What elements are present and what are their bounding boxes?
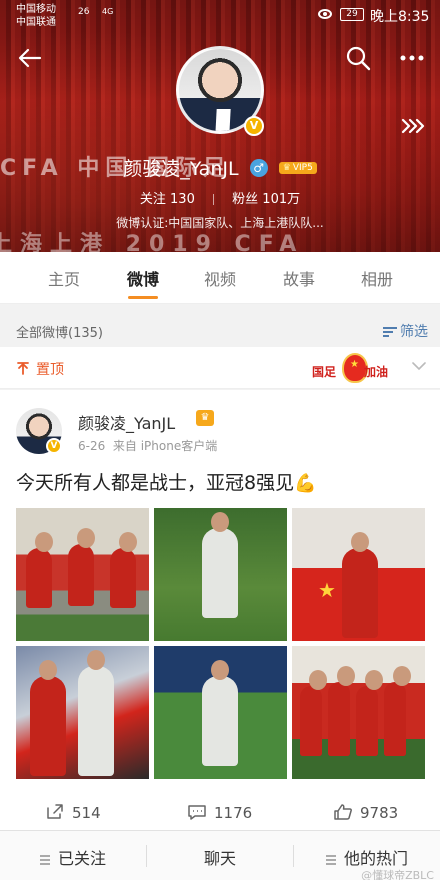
tab-home[interactable]: 主页 <box>24 266 104 290</box>
profile-name: 颜骏凌_YanJL <box>123 158 239 180</box>
status-bar: 中国移动 中国联通 26 4G 29 晚上8:35 <box>0 0 440 32</box>
vip-level: VIP5 <box>292 162 313 173</box>
back-arrow-icon[interactable] <box>16 44 44 72</box>
menu-icon <box>326 855 336 865</box>
signal-2: 4G <box>102 7 114 16</box>
post-body: 今天所有人都是战士，亚冠8强见 <box>16 472 295 494</box>
goalkeeper-action-photo[interactable] <box>154 646 287 779</box>
photo-grid: ★ <box>16 508 426 779</box>
pin-icon <box>17 362 29 375</box>
team-celebration-photo[interactable] <box>16 508 149 641</box>
verified-badge-icon: V <box>244 116 264 136</box>
muscle-emoji-icon: 💪 <box>294 473 317 494</box>
sticker-text-right: 加油 <box>364 365 389 379</box>
like-button[interactable]: 9783 <box>334 804 398 822</box>
expand-chevrons-icon[interactable] <box>400 116 426 136</box>
following-button[interactable]: 已关注 <box>40 845 106 869</box>
chat-button[interactable]: 聊天 <box>204 845 236 869</box>
hug-photo[interactable] <box>16 646 149 779</box>
profile-name-row: 颜骏凌_YanJL ♂ ♛ VIP5 <box>0 154 440 182</box>
carrier-1: 中国移动 <box>16 4 56 15</box>
profile-stats: 关注 130 粉丝 101万 <box>0 188 440 207</box>
bottom-divider <box>293 845 294 867</box>
verified-badge-small-icon: V <box>46 438 62 454</box>
carrier-2: 中国联通 <box>16 17 56 28</box>
profile-header: CFA 中国 国际足 上海上港 2019 CFA 中国移动 中国联通 26 4G… <box>0 0 440 252</box>
post-source: 来自 iPhone客户端 <box>112 439 218 453</box>
hot-posts-button[interactable]: 他的热门 <box>326 845 408 869</box>
flag-star-icon: ★ <box>318 578 336 602</box>
comment-button[interactable]: 1176 <box>188 804 252 822</box>
crown-icon: ♛ <box>282 162 291 173</box>
pinned-label: 置顶 <box>36 362 64 378</box>
bottom-bar: 已关注 聊天 他的热门 @懂球帝ZBLC <box>0 830 440 880</box>
thumbs-up-icon <box>334 804 352 820</box>
share-icon <box>47 804 63 819</box>
eye-icon <box>318 9 332 19</box>
post-author[interactable]: 颜骏凌_YanJL <box>78 410 175 434</box>
followers-stat[interactable]: 粉丝 101万 <box>232 192 300 207</box>
goalkeeper-photo[interactable] <box>154 508 287 641</box>
all-posts-count: 全部微博(135) <box>16 326 103 341</box>
stats-divider <box>213 194 214 205</box>
like-count: 9783 <box>360 804 399 822</box>
filter-row: 全部微博(135) 筛选 <box>0 313 440 347</box>
post-text: 今天所有人都是战士，亚冠8强见💪 <box>16 468 317 495</box>
post-card[interactable]: V 颜骏凌_YanJL ♛ 6-26 来自 iPhone客户端 今天所有人都是战… <box>0 390 440 840</box>
verification-text[interactable]: 微博认证:中国国家队、上海上港队队... <box>0 214 440 231</box>
team-sticker: 国足 加油 <box>312 349 402 387</box>
pinned-row[interactable]: 置顶 国足 加油 <box>0 347 440 389</box>
followers-label: 粉丝 <box>232 192 259 207</box>
active-tab-indicator <box>128 296 158 299</box>
following-button-label: 已关注 <box>58 849 107 868</box>
share-button[interactable]: 514 <box>46 804 101 822</box>
tab-story[interactable]: 故事 <box>259 266 339 290</box>
tab-video[interactable]: 视频 <box>180 266 260 290</box>
post-actions: 514 1176 9783 <box>0 800 440 830</box>
search-icon[interactable] <box>344 44 372 72</box>
following-count: 130 <box>170 192 195 207</box>
battery-icon: 29 <box>340 8 364 21</box>
comment-count: 1176 <box>214 804 253 822</box>
profile-tabs: 主页 微博 视频 故事 相册 <box>0 252 440 304</box>
post-date: 6-26 <box>78 439 106 453</box>
post-meta: 6-26 来自 iPhone客户端 <box>78 437 217 454</box>
more-icon[interactable] <box>398 44 426 72</box>
male-gender-icon: ♂ <box>249 158 268 177</box>
watermark: @懂球帝ZBLC <box>361 869 434 880</box>
filter-label: 筛选 <box>400 324 428 340</box>
bottom-divider <box>146 845 147 867</box>
team-lineup-photo[interactable] <box>292 646 425 779</box>
following-stat[interactable]: 关注 130 <box>140 192 195 207</box>
menu-icon <box>40 855 50 865</box>
signal-1: 26 <box>78 7 90 17</box>
vip-crown-icon: ♛ <box>196 410 214 426</box>
filter-button[interactable]: 筛选 <box>383 321 428 341</box>
hot-posts-label: 他的热门 <box>344 849 409 868</box>
share-count: 514 <box>72 804 101 822</box>
following-label: 关注 <box>139 192 166 207</box>
flag-photo[interactable]: ★ <box>292 508 425 641</box>
filter-icon <box>383 326 397 338</box>
chevron-down-icon[interactable] <box>412 361 426 371</box>
sticker-text-left: 国足 <box>312 365 337 379</box>
tab-album[interactable]: 相册 <box>337 266 417 290</box>
comment-icon <box>188 805 206 820</box>
followers-count: 101万 <box>262 192 301 207</box>
vip-badge[interactable]: ♛ VIP5 <box>278 161 317 174</box>
clock: 晚上8:35 <box>370 9 430 25</box>
tab-weibo[interactable]: 微博 <box>103 266 183 290</box>
